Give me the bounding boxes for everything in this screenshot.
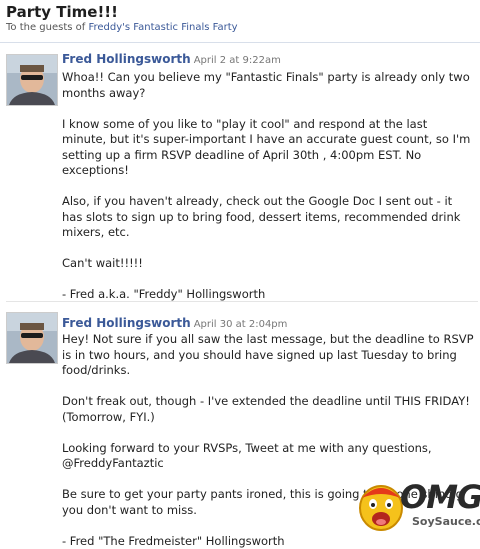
subtitle-prefix: To the guests of <box>6 22 88 33</box>
message-paragraph: Don't freak out, though - I've extended … <box>62 394 474 425</box>
message-paragraph: Can't wait!!!!! <box>62 256 474 272</box>
profile-photo <box>7 313 57 363</box>
thread-subtitle: To the guests of Freddy's Fantastic Fina… <box>6 22 238 33</box>
watermark-text: OMG <box>400 478 480 516</box>
mascot-icon <box>356 476 406 536</box>
message-item: Fred HollingsworthApril 2 at 9:22am Whoa… <box>0 48 480 300</box>
watermark-logo: OMG SoySauce.com <box>356 474 474 538</box>
message-paragraph: I know some of you like to "play it cool… <box>62 117 474 179</box>
message-body: Whoa!! Can you believe my "Fantastic Fin… <box>62 70 474 303</box>
message-header: Fred HollingsworthApril 2 at 9:22am <box>62 52 281 66</box>
watermark-subtext: SoySauce.com <box>412 515 480 528</box>
author-link[interactable]: Fred Hollingsworth <box>62 316 191 330</box>
message-header: Fred HollingsworthApril 30 at 2:04pm <box>62 316 287 330</box>
avatar[interactable] <box>6 312 58 364</box>
message-paragraph: Hey! Not sure if you all saw the last me… <box>62 332 474 379</box>
page-title: Party Time!!! <box>6 3 118 21</box>
message-paragraph: Also, if you haven't already, check out … <box>62 194 474 241</box>
message-timestamp: April 2 at 9:22am <box>194 55 281 66</box>
author-link[interactable]: Fred Hollingsworth <box>62 52 191 66</box>
message-timestamp: April 30 at 2:04pm <box>194 319 288 330</box>
message-paragraph: Looking forward to your RVSPs, Tweet at … <box>62 441 474 472</box>
message-paragraph: Whoa!! Can you believe my "Fantastic Fin… <box>62 70 474 101</box>
thread-header: Party Time!!! To the guests of Freddy's … <box>0 0 480 43</box>
event-link[interactable]: Freddy's Fantastic Finals Farty <box>88 22 237 33</box>
avatar[interactable] <box>6 54 58 106</box>
profile-photo <box>7 55 57 105</box>
message-divider <box>6 301 478 302</box>
